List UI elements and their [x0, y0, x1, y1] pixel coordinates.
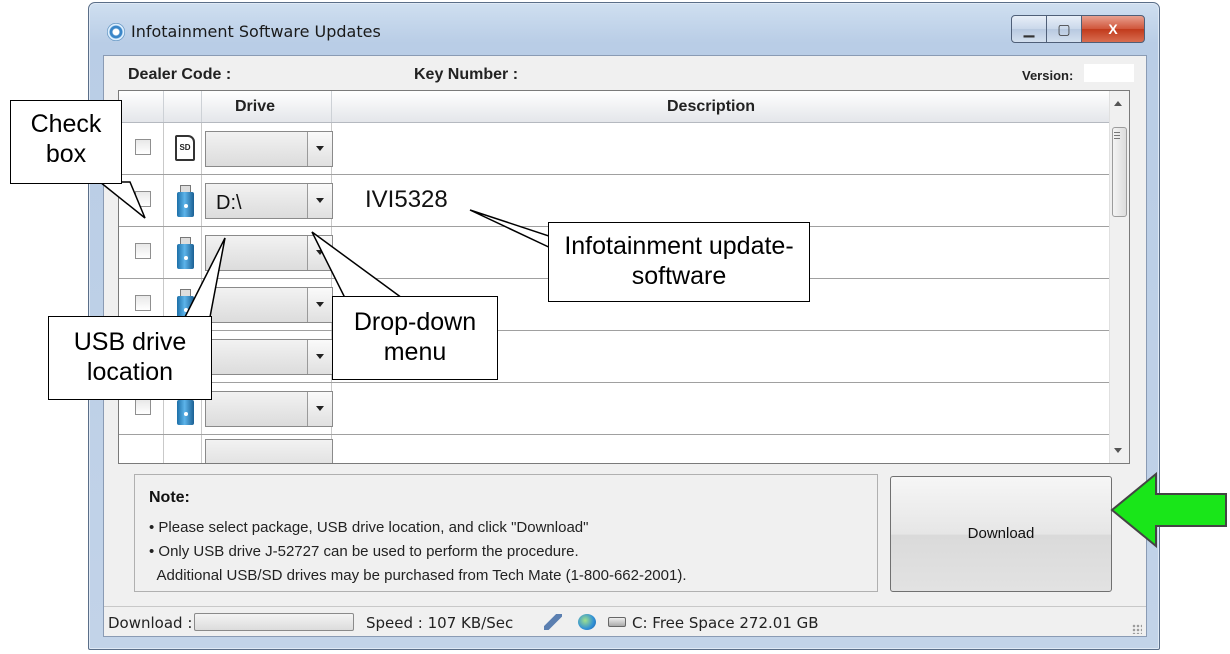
green-arrow-icon [1110, 471, 1227, 549]
callout-update-software: Infotainment update-software [548, 222, 810, 302]
callout-usb-location: USB drive location [48, 316, 212, 400]
callout-check-box: Check box [10, 100, 122, 184]
callout-dropdown: Drop-down menu [332, 296, 498, 380]
